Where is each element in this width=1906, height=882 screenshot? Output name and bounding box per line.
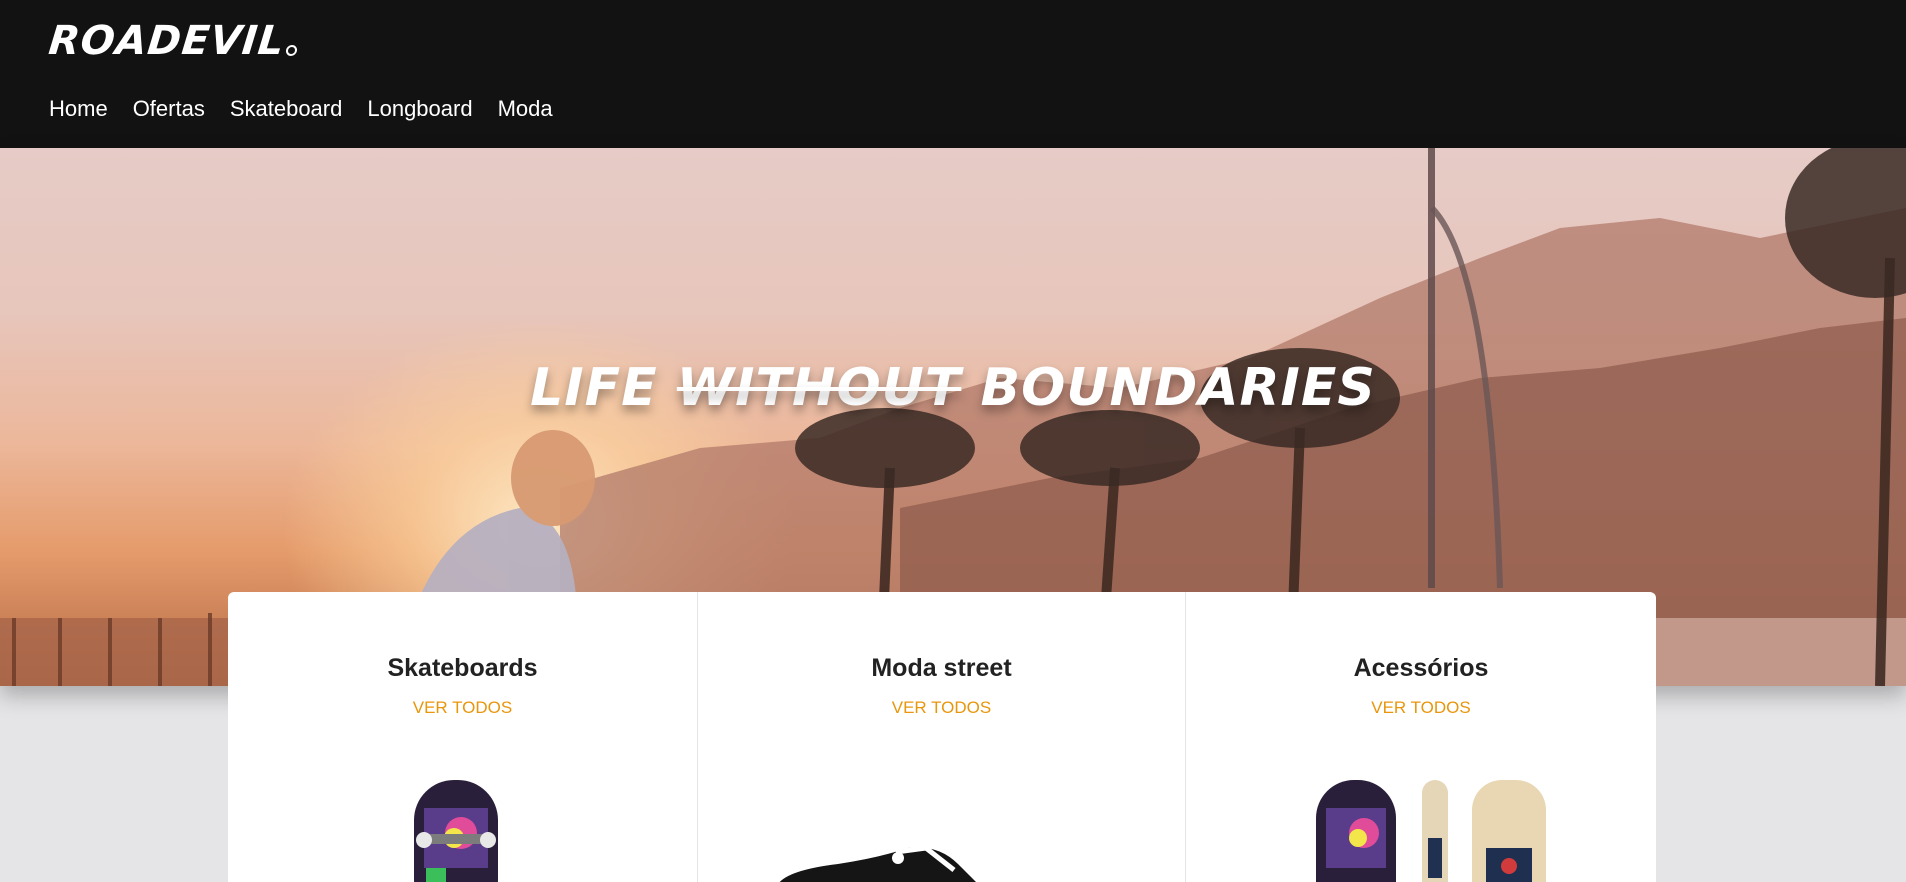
nav-longboard[interactable]: Longboard — [367, 96, 472, 122]
nav-ofertas[interactable]: Ofertas — [133, 96, 205, 122]
skateboard-product-image[interactable] — [406, 778, 506, 882]
sneaker-product-image[interactable] — [778, 844, 978, 882]
ver-todos-link[interactable]: VER TODOS — [698, 698, 1185, 718]
ver-todos-link[interactable]: VER TODOS — [228, 698, 697, 718]
hero-headline-part1: LIFE — [530, 358, 677, 418]
category-moda-street: Moda street VER TODOS — [698, 592, 1186, 882]
ver-todos-link[interactable]: VER TODOS — [1186, 698, 1656, 718]
nav-home[interactable]: Home — [49, 96, 108, 122]
logo-text: ROADEVIL — [46, 18, 288, 64]
category-title: Acessórios — [1353, 654, 1489, 682]
category-panel: Skateboards VER TODOS Moda street VER TO… — [228, 592, 1656, 882]
registered-mark-icon — [285, 45, 298, 56]
main-nav: Home Ofertas Skateboard Longboard Moda — [49, 96, 553, 122]
roadevil-logo[interactable]: ROADEVIL — [47, 18, 300, 64]
category-acessorios: Acessórios VER TODOS — [1186, 592, 1656, 882]
category-skateboards: Skateboards VER TODOS — [228, 592, 698, 882]
site-header: ROADEVIL Home Ofertas Skateboard Longboa… — [0, 0, 1906, 148]
nav-skateboard[interactable]: Skateboard — [230, 96, 343, 122]
category-title: Skateboards — [387, 654, 538, 682]
category-title: Moda street — [871, 654, 1012, 682]
accessories-product-image[interactable] — [1314, 778, 1554, 882]
nav-moda[interactable]: Moda — [498, 96, 553, 122]
hero-headline: LIFE WITHOUT BOUNDARIES — [0, 358, 1906, 418]
hero-headline-part2: BOUNDARIES — [961, 358, 1376, 418]
hero-headline-strike: WITHOUT — [676, 358, 962, 418]
